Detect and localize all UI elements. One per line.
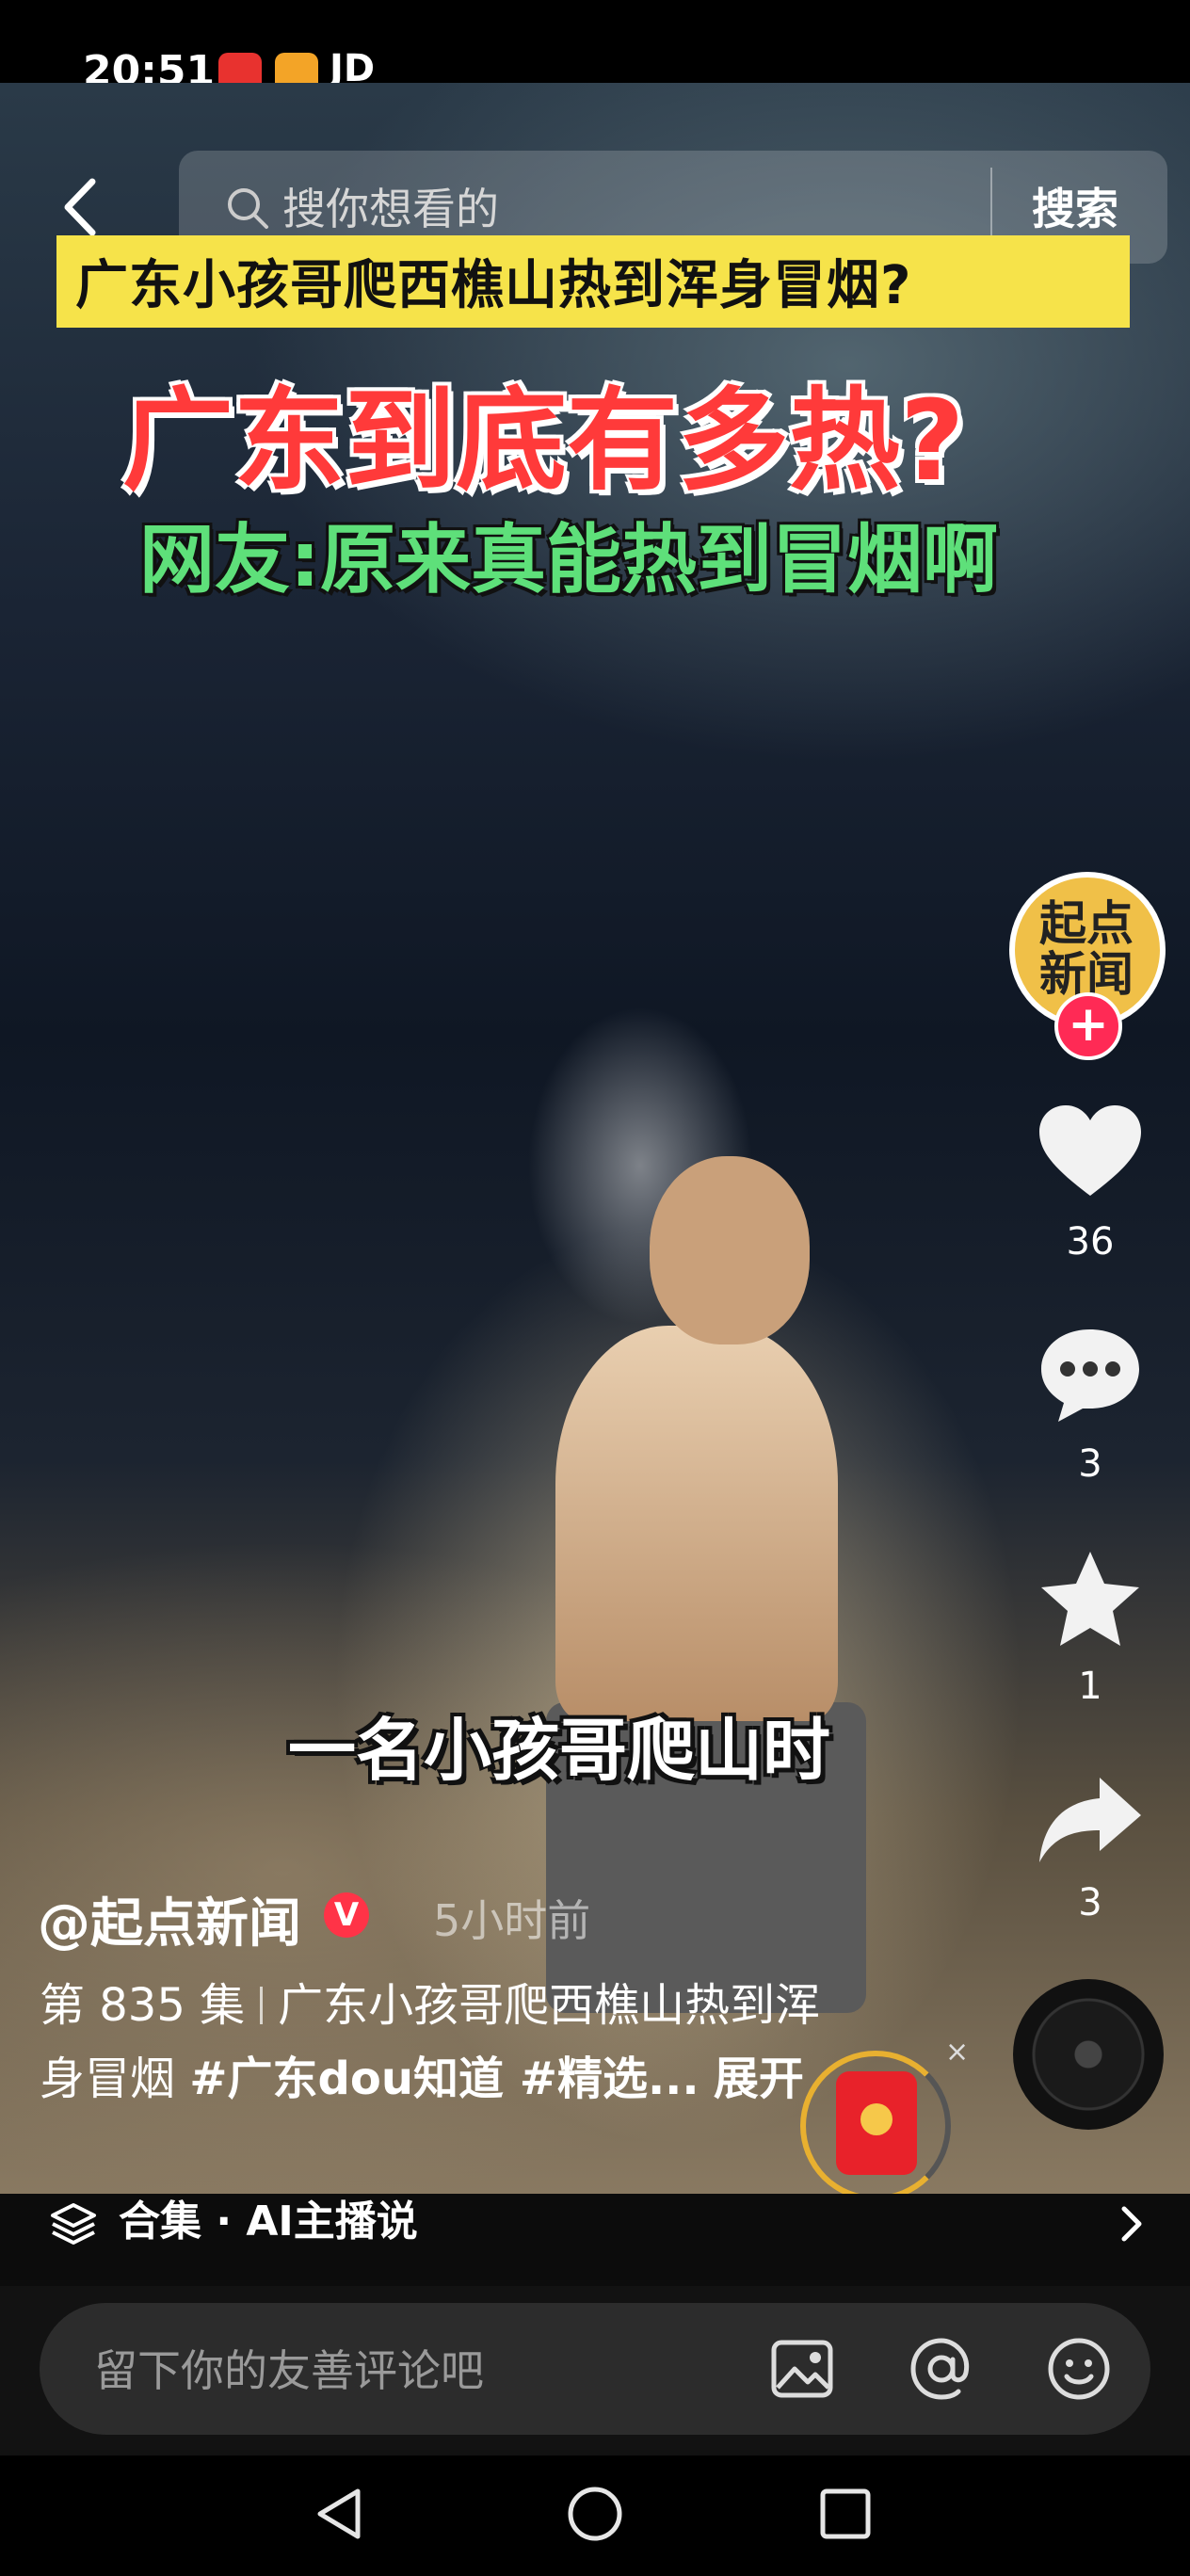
caption-hashtags[interactable]: #广东dou知道 #精选... [189, 2053, 699, 2105]
plus-icon: + [1068, 996, 1109, 1053]
comment-placeholder[interactable]: 留下你的友善评论吧 [94, 2337, 484, 2399]
caption-text-1: 广东小孩哥爬西樵山热到浑 [278, 1979, 821, 2032]
search-button[interactable]: 搜索 [1032, 175, 1118, 237]
caption-divider [260, 1987, 264, 2024]
video-subtitle: 一名小孩哥爬山时 [288, 1711, 831, 1790]
red-packet-icon[interactable] [836, 2071, 917, 2175]
caption-line-1[interactable]: 第 835 集广东小孩哥爬西樵山热到浑 [40, 1968, 820, 2034]
layers-icon [51, 2203, 96, 2245]
chevron-left-icon[interactable] [56, 174, 104, 240]
video-figure-body [555, 1326, 838, 1721]
music-disc-icon[interactable] [1013, 1979, 1164, 2130]
collection-label: 合集 · AI主播说 [119, 2198, 418, 2246]
avatar-text: 起点新闻 [1039, 896, 1134, 1002]
verified-badge-icon: V [324, 1892, 369, 1938]
comment-count: 3 [1078, 1442, 1102, 1486]
triangle-back-icon[interactable] [303, 2476, 378, 2552]
at-icon[interactable] [904, 2331, 979, 2407]
episode-label: 第 835 集 [40, 1979, 246, 2032]
search-icon [228, 188, 268, 229]
expand-button[interactable]: 展开 [714, 2053, 804, 2105]
video-figure-head [650, 1156, 810, 1344]
search-input[interactable]: 搜你想看的 [282, 175, 499, 237]
overlay-banner-text: 广东小孩哥爬西樵山热到浑身冒烟? [75, 255, 912, 316]
square-recents-icon[interactable] [808, 2476, 883, 2552]
circle-home-icon[interactable] [557, 2476, 633, 2552]
caption-text-2: 身冒烟 [40, 2053, 176, 2105]
overlay-subheadline: 网友:原来真能热到冒烟啊 [139, 516, 998, 604]
image-icon[interactable] [764, 2331, 840, 2407]
chevron-right-icon[interactable] [1113, 2199, 1150, 2248]
follow-button[interactable]: + [1054, 992, 1122, 1060]
post-time: 5小时前 [433, 1895, 591, 1946]
emoji-icon[interactable] [1041, 2331, 1117, 2407]
like-count: 36 [1066, 1220, 1115, 1264]
coin-icon [860, 2103, 892, 2135]
star-icon[interactable] [1034, 1544, 1147, 1657]
close-icon[interactable]: × [945, 2036, 969, 2069]
creator-handle[interactable]: @起点新闻 [38, 1881, 301, 1957]
share-arrow-icon[interactable] [1034, 1764, 1147, 1877]
favorite-count: 1 [1078, 1665, 1102, 1708]
share-count: 3 [1078, 1881, 1102, 1924]
heart-icon[interactable] [1034, 1098, 1147, 1211]
search-divider [990, 168, 992, 241]
overlay-headline: 广东到底有多热? [122, 376, 965, 506]
comment-bubble-icon[interactable] [1034, 1320, 1147, 1433]
caption-line-2[interactable]: 身冒烟 #广东dou知道 #精选... 展开 [40, 2041, 804, 2107]
